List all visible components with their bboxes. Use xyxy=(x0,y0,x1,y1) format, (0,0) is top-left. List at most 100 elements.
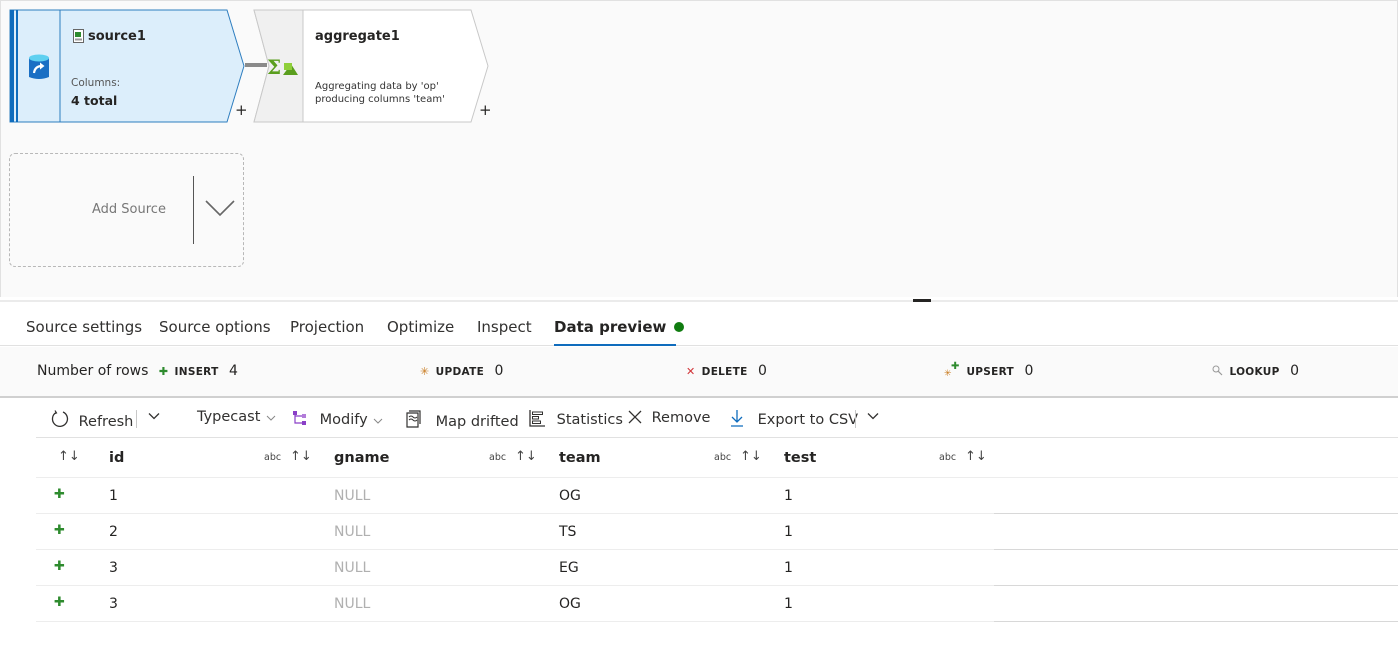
chevron-down-icon xyxy=(148,413,160,420)
lookup-search-icon xyxy=(1212,365,1223,376)
cell-test: 1 xyxy=(784,560,793,576)
map-drifted-icon xyxy=(406,410,421,428)
table-row: ✚ 3 NULL OG 1 xyxy=(36,586,1398,622)
tab-inspect[interactable]: Inspect xyxy=(477,318,532,336)
insert-plus-icon: ✚ xyxy=(54,559,65,574)
preview-toolbar: Refresh Typecast Modify Map drifted Stat… xyxy=(36,400,1398,438)
chevron-down-icon xyxy=(266,415,276,421)
add-source-box[interactable]: Add Source xyxy=(9,153,244,267)
update-keyword: UPDATE xyxy=(435,366,485,378)
toolbar-separator xyxy=(136,410,137,428)
tab-source-settings[interactable]: Source settings xyxy=(26,318,142,336)
remove-label: Remove xyxy=(651,410,711,426)
tab-data-preview[interactable]: Data preview xyxy=(554,318,685,336)
table-row: ✚ 2 NULL TS 1 xyxy=(36,514,1398,550)
update-count: ✳ UPDATE 0 xyxy=(420,363,503,379)
add-source-divider xyxy=(193,176,194,244)
active-tab-indicator xyxy=(554,344,676,346)
cell-test: 1 xyxy=(784,488,793,504)
cell-id: 3 xyxy=(109,596,118,612)
remove-button[interactable]: Remove xyxy=(627,409,710,426)
export-csv-button[interactable]: Export to CSV xyxy=(729,409,858,428)
number-of-rows-label: Number of rows xyxy=(37,363,149,379)
cell-team: OG xyxy=(559,596,581,612)
sort-icon[interactable]: ↑↓ xyxy=(515,449,537,464)
delete-count: ✕ DELETE 0 xyxy=(686,363,767,379)
column-header-test[interactable]: test xyxy=(784,450,816,466)
data-flow-canvas[interactable]: source1 Columns: 4 total + Σ aggregate1 … xyxy=(0,0,1398,297)
aggregate-sigma-icon: Σ xyxy=(267,55,298,79)
refresh-label: Refresh xyxy=(78,414,134,430)
upsert-count: ✳ ✚ UPSERT 0 xyxy=(944,361,1033,379)
column-header-id[interactable]: id xyxy=(109,450,124,466)
refresh-button[interactable]: Refresh xyxy=(50,409,133,430)
tab-bar: Source settings Source options Projectio… xyxy=(0,302,1398,346)
cell-test: 1 xyxy=(784,524,793,540)
columns-label: Columns: xyxy=(71,77,121,89)
type-abc-icon: abc xyxy=(489,452,507,463)
add-transform-button[interactable]: + xyxy=(235,101,248,119)
export-options-dropdown[interactable] xyxy=(866,408,880,424)
cell-id: 1 xyxy=(109,488,118,504)
chevron-down-icon xyxy=(373,418,383,424)
lookup-value: 0 xyxy=(1290,363,1299,379)
insert-plus-icon: ✚ xyxy=(158,365,169,378)
update-value: 0 xyxy=(494,363,504,379)
refresh-options-dropdown[interactable] xyxy=(147,408,161,424)
typecast-label: Typecast xyxy=(197,409,261,425)
remove-x-icon xyxy=(628,410,642,424)
sort-icon[interactable]: ↑↓ xyxy=(965,449,987,464)
cell-gname: NULL xyxy=(334,488,371,504)
lookup-count: LOOKUP 0 xyxy=(1212,363,1299,379)
source-node[interactable]: source1 Columns: 4 total + xyxy=(9,9,248,123)
tab-optimize[interactable]: Optimize xyxy=(387,318,454,336)
cell-team: EG xyxy=(559,560,579,576)
statistics-label: Statistics xyxy=(556,412,623,428)
statistics-button[interactable]: Statistics xyxy=(528,409,623,428)
lookup-keyword: LOOKUP xyxy=(1229,366,1280,378)
add-transform-button[interactable]: + xyxy=(479,101,492,119)
add-source-label[interactable]: Add Source xyxy=(92,202,166,217)
map-drifted-button[interactable]: Map drifted xyxy=(405,409,519,430)
aggregate-description-line: Aggregating data by 'op' xyxy=(315,81,439,92)
delete-value: 0 xyxy=(758,363,767,379)
insert-keyword: INSERT xyxy=(174,366,219,378)
insert-plus-icon: ✚ xyxy=(54,487,65,502)
insert-count: Number of rows ✚ INSERT 4 xyxy=(37,363,238,379)
export-csv-label: Export to CSV xyxy=(757,412,859,428)
tab-data-preview-label: Data preview xyxy=(554,318,667,336)
sort-icon[interactable]: ↑↓ xyxy=(740,449,762,464)
source-node-title: source1 xyxy=(88,29,146,44)
type-abc-icon: abc xyxy=(939,452,957,463)
cell-gname: NULL xyxy=(334,596,371,612)
update-asterisk-icon: ✳ xyxy=(420,365,430,378)
sort-icon[interactable]: ↑↓ xyxy=(58,449,80,464)
cell-test: 1 xyxy=(784,596,793,612)
toolbar-separator xyxy=(855,410,856,428)
modify-icon xyxy=(293,411,306,425)
delete-x-icon: ✕ xyxy=(686,365,696,378)
sort-icon[interactable]: ↑↓ xyxy=(290,449,312,464)
cell-gname: NULL xyxy=(334,560,371,576)
download-icon xyxy=(731,410,743,427)
map-drifted-label: Map drifted xyxy=(435,414,519,430)
refresh-icon xyxy=(51,410,69,427)
tab-projection[interactable]: Projection xyxy=(290,318,364,336)
column-header-gname[interactable]: gname xyxy=(334,450,389,466)
cell-gname: NULL xyxy=(334,524,371,540)
insert-plus-icon: ✚ xyxy=(54,523,65,538)
table-row: ✚ 1 NULL OG 1 xyxy=(36,478,1398,514)
chevron-down-icon[interactable] xyxy=(204,198,236,218)
aggregate-node[interactable]: Σ aggregate1 Aggregating data by 'op' pr… xyxy=(253,9,492,123)
csv-file-icon xyxy=(73,29,84,43)
status-dot-icon xyxy=(674,322,685,332)
modify-button[interactable]: Modify xyxy=(291,409,384,428)
typecast-button[interactable]: Typecast xyxy=(197,409,277,425)
table-row: ✚ 3 NULL EG 1 xyxy=(36,550,1398,586)
chevron-down-icon xyxy=(867,413,879,420)
column-header-team[interactable]: team xyxy=(559,450,601,466)
type-abc-icon: abc xyxy=(714,452,732,463)
cell-id: 3 xyxy=(109,560,118,576)
tab-source-options[interactable]: Source options xyxy=(159,318,271,336)
row-counts-bar: Number of rows ✚ INSERT 4 ✳ UPDATE 0 ✕ D… xyxy=(0,347,1398,398)
